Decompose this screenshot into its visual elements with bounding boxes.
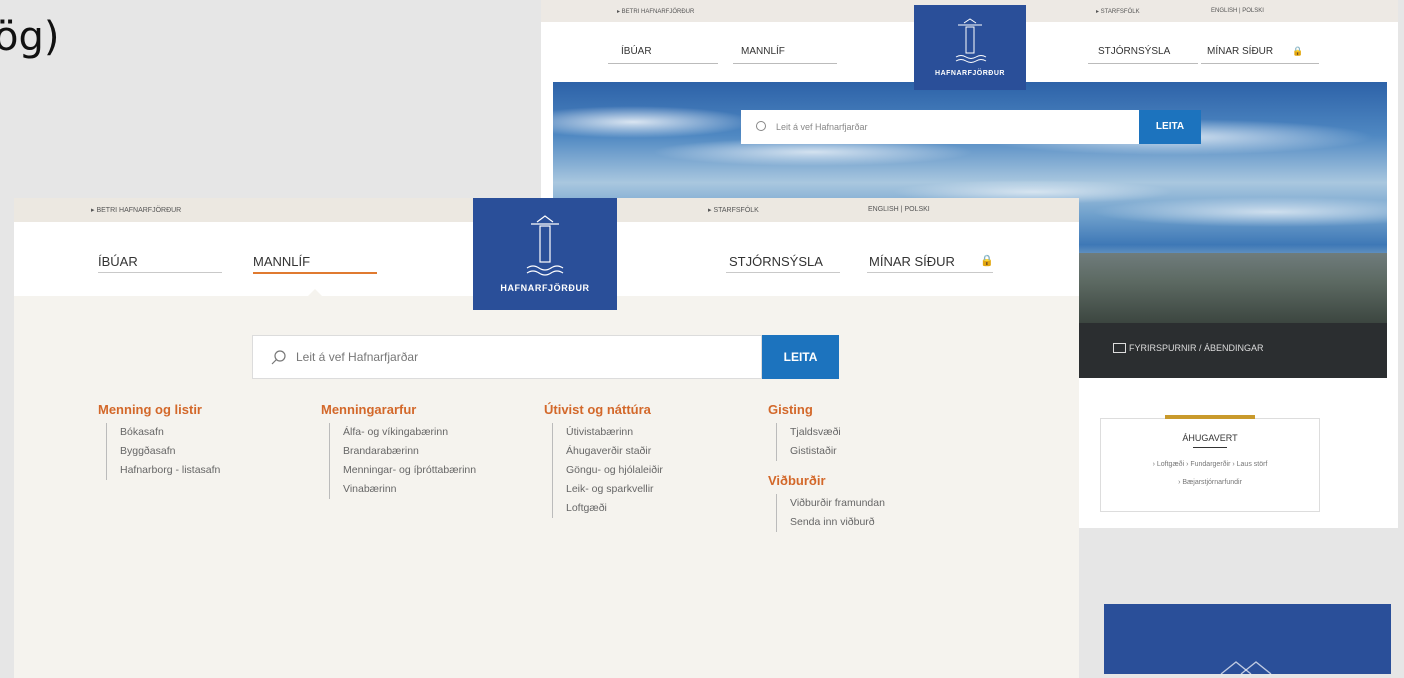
search-input[interactable]: Leit á vef Hafnarfjarðar: [741, 110, 1139, 144]
language-switch[interactable]: ENGLISH | POLSKI: [868, 206, 930, 213]
menu-column-menning: Menning og listir Bókasafn Byggðasafn Ha…: [98, 402, 220, 480]
ahugavert-box: ÁHUGAVERT › Loftgæði › Fundargerðir › La…: [1100, 415, 1320, 512]
lighthouse-icon: [526, 215, 564, 276]
menu-link[interactable]: Áhugaverðir staðir: [566, 442, 663, 461]
menu-link[interactable]: Viðburðir framundan: [790, 494, 885, 513]
menu-link[interactable]: Tjaldsvæði: [790, 423, 885, 442]
search-button[interactable]: LEITA: [1139, 110, 1201, 144]
nav-underline: [608, 63, 718, 64]
corner-logo-tile: [1104, 604, 1391, 675]
search-placeholder: Leit á vef Hafnarfjarðar: [776, 122, 868, 132]
logo-text: HAFNARFJÖRÐUR: [500, 283, 590, 293]
ahugavert-links-2[interactable]: › Bæjarstjórnarfundir: [1101, 479, 1319, 486]
betri-link[interactable]: ▸ BETRI HAFNARFJÖRÐUR: [617, 8, 694, 15]
nav-mannlif[interactable]: MANNLÍF: [253, 254, 310, 269]
nav-stjornsysla[interactable]: STJÓRNSÝSLA: [729, 254, 823, 269]
staff-link[interactable]: ▸ STARFSFÓLK: [1096, 8, 1140, 15]
title-underline: [1193, 447, 1227, 448]
menu-link[interactable]: Senda inn viðburð: [790, 513, 885, 532]
logo[interactable]: HAFNARFJÖRÐUR: [473, 198, 617, 310]
mail-icon: [1113, 343, 1126, 353]
lock-icon: 🔒: [980, 255, 994, 267]
language-switch[interactable]: ENGLISH | POLSKI: [1211, 8, 1264, 14]
logo[interactable]: HAFNARFJÖRÐUR: [914, 5, 1026, 90]
menu-link[interactable]: Byggðasafn: [120, 442, 220, 461]
menu-link[interactable]: Menningar- og íþróttabærinn: [343, 461, 476, 480]
nav-underline-active: [253, 272, 377, 274]
ahugavert-links[interactable]: › Loftgæði › Fundargerðir › Laus störf: [1101, 461, 1319, 468]
slide-title-fragment: ög): [0, 14, 60, 60]
search-placeholder: Leit á vef Hafnarfjarðar: [296, 350, 419, 364]
nav-ibuar[interactable]: ÍBÚAR: [98, 254, 138, 269]
search-icon: [756, 121, 766, 131]
nav-underline: [726, 272, 840, 273]
search-button[interactable]: LEITA: [762, 335, 839, 379]
menu-link[interactable]: Hafnarborg - listasafn: [120, 461, 220, 480]
menu-link[interactable]: Útivistabærinn: [566, 423, 663, 442]
roof-icon: [1220, 661, 1272, 675]
nav-minar-sidur[interactable]: MÍNAR SÍÐUR: [1207, 46, 1273, 57]
nav-ibuar[interactable]: ÍBÚAR: [621, 46, 652, 57]
lock-icon: 🔒: [1292, 46, 1304, 56]
menu-link[interactable]: Vinabærinn: [343, 480, 476, 499]
menu-link[interactable]: Bókasafn: [120, 423, 220, 442]
column-title[interactable]: Menning og listir: [98, 402, 220, 417]
nav-minar-sidur[interactable]: MÍNAR SÍÐUR: [869, 254, 955, 269]
front-screenshot: ▸ BETRI HAFNARFJÖRÐUR ▸ STARFSFÓLK ENGLI…: [14, 198, 1079, 678]
column-title[interactable]: Útivist og náttúra: [544, 402, 663, 417]
menu-column-gisting: Gisting Tjaldsvæði Gististaðir Viðburðir…: [768, 402, 885, 532]
nav-underline: [733, 63, 837, 64]
menu-column-menningararfur: Menningararfur Álfa- og víkingabærinn Br…: [321, 402, 476, 499]
nav-underline: [1201, 63, 1319, 64]
menu-link[interactable]: Álfa- og víkingabærinn: [343, 423, 476, 442]
nav-stjornsysla[interactable]: STJÓRNSÝSLA: [1098, 46, 1170, 57]
column-title[interactable]: Gisting: [768, 402, 885, 417]
menu-link[interactable]: Göngu- og hjólaleiðir: [566, 461, 663, 480]
ahugavert-title: ÁHUGAVERT: [1182, 433, 1238, 443]
logo-text: HAFNARFJÖRÐUR: [935, 70, 1005, 77]
menu-link[interactable]: Brandarabærinn: [343, 442, 476, 461]
feedback-link[interactable]: FYRIRSPURNIR / ÁBENDINGAR: [1129, 343, 1264, 353]
nav-underline: [98, 272, 222, 273]
staff-link[interactable]: ▸ STARFSFÓLK: [708, 206, 759, 214]
column-title[interactable]: Menningararfur: [321, 402, 476, 417]
active-notch: [307, 289, 323, 297]
menu-link[interactable]: Gististaðir: [790, 442, 885, 461]
nav-underline: [867, 272, 993, 273]
nav-underline: [1088, 63, 1198, 64]
menu-link[interactable]: Leik- og sparkvellir: [566, 480, 663, 499]
search-icon: [271, 350, 286, 365]
accent-bar: [1165, 415, 1255, 419]
menu-column-utivist: Útivist og náttúra Útivistabærinn Áhugav…: [544, 402, 663, 518]
search-input[interactable]: Leit á vef Hafnarfjarðar: [252, 335, 762, 379]
lighthouse-icon: [955, 18, 987, 63]
nav-mannlif[interactable]: MANNLÍF: [741, 46, 785, 57]
column-title[interactable]: Viðburðir: [768, 473, 885, 488]
betri-link[interactable]: ▸ BETRI HAFNARFJÖRÐUR: [91, 206, 181, 214]
menu-link[interactable]: Loftgæði: [566, 499, 663, 518]
